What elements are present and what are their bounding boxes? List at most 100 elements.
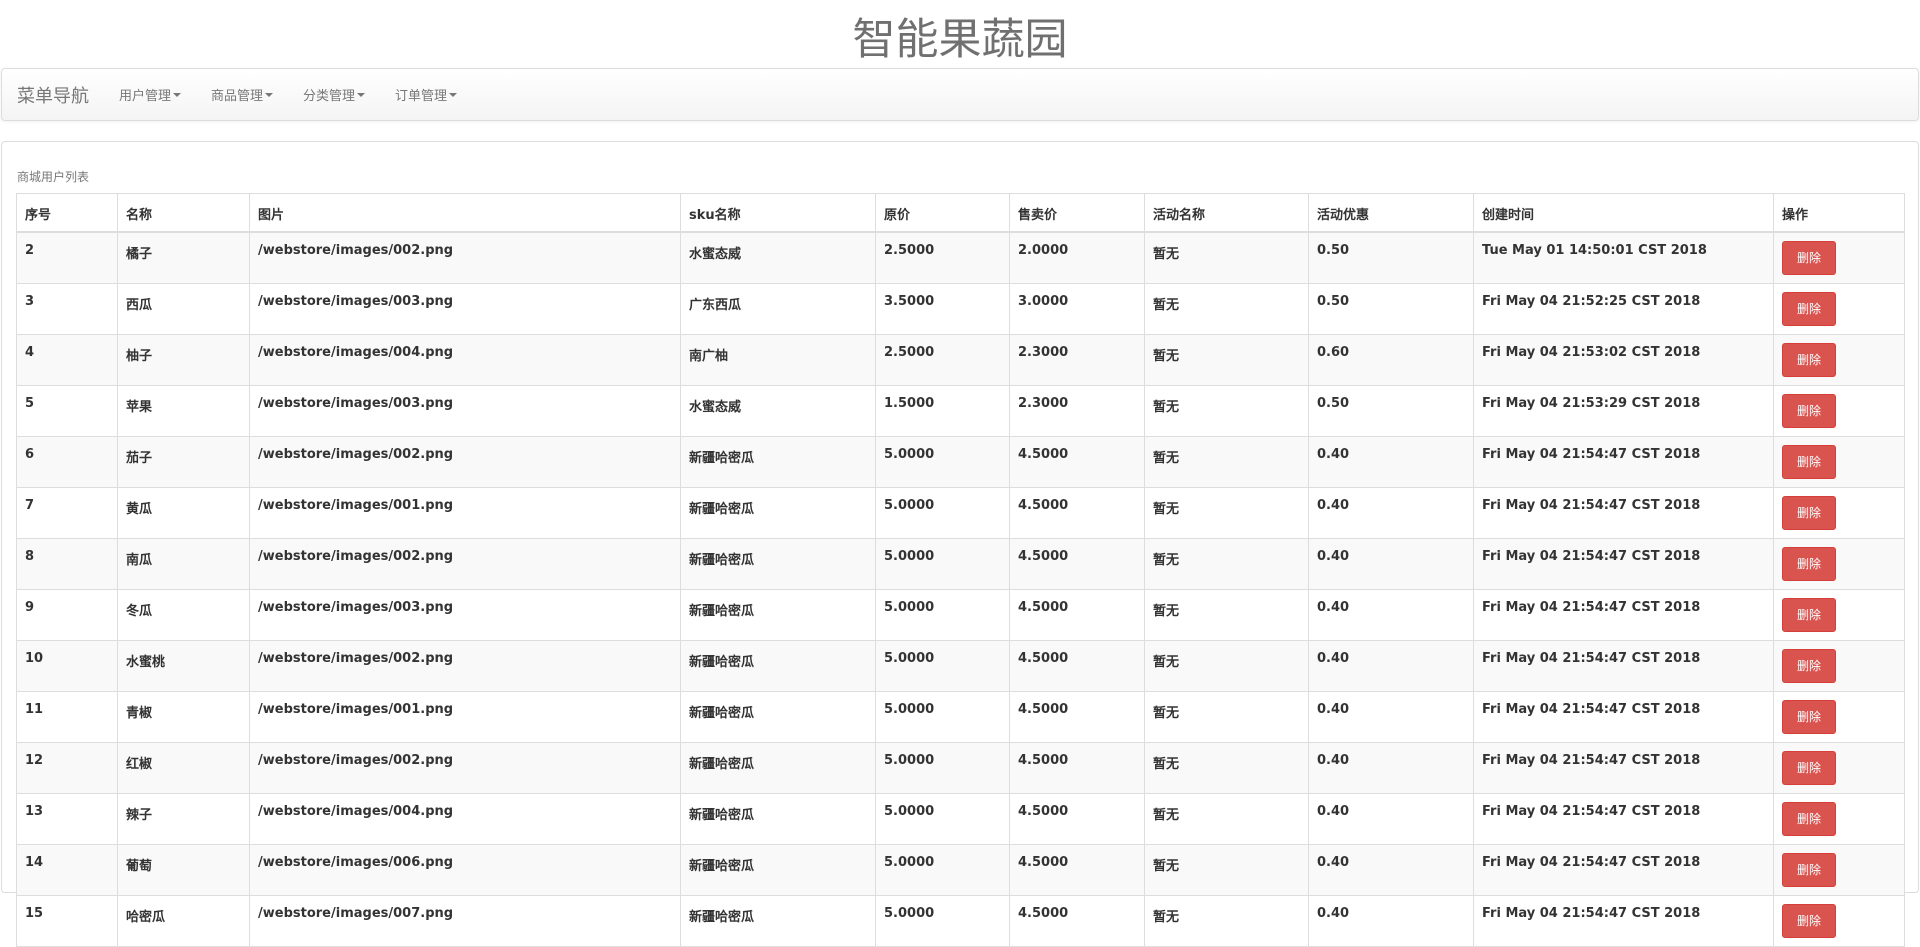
delete-button[interactable]: 删除 xyxy=(1782,700,1836,734)
column-header-name[interactable]: 名称 xyxy=(117,193,250,233)
column-header-id[interactable]: 序号 xyxy=(16,193,118,233)
caret-down-icon xyxy=(173,92,182,97)
column-header-activity-discount[interactable]: 活动优惠 xyxy=(1308,193,1474,233)
cell-sku-name: 新疆哈密瓜 xyxy=(680,742,876,794)
cell-image-path: /webstore/images/003.png xyxy=(249,589,681,641)
cell-created-time: Fri May 04 21:54:47 CST 2018 xyxy=(1473,589,1774,641)
cell-id: 5 xyxy=(16,385,118,437)
delete-button[interactable]: 删除 xyxy=(1782,904,1836,938)
cell-name: 哈密瓜 xyxy=(117,895,250,947)
cell-name: 辣子 xyxy=(117,793,250,845)
cell-sku-name: 南广柚 xyxy=(680,334,876,386)
table-row[interactable]: 3 西瓜/webstore/images/003.png 广东西瓜 3.5000 3.0… xyxy=(16,283,1905,335)
table-body: 2 橘子/webstore/images/002.png 水蜜态威 2.5000 2.0… xyxy=(16,231,1905,947)
cell-created-time: Fri May 04 21:54:47 CST 2018 xyxy=(1473,640,1774,692)
delete-button[interactable]: 删除 xyxy=(1782,751,1836,785)
cell-id: 11 xyxy=(16,691,118,743)
table-row[interactable]: 13 辣子/webstore/images/004.png 新疆哈密瓜 5.0000 4… xyxy=(16,793,1905,845)
cell-actions: 删除 xyxy=(1773,487,1905,539)
cell-activity-name: 暂无 xyxy=(1144,844,1309,896)
cell-created-time: Tue May 01 14:50:01 CST 2018 xyxy=(1473,231,1774,284)
cell-sku-name: 新疆哈密瓜 xyxy=(680,436,876,488)
cell-sku-name: 新疆哈密瓜 xyxy=(680,640,876,692)
delete-button[interactable]: 删除 xyxy=(1782,802,1836,836)
nav-item-category-management[interactable]: 分类管理 xyxy=(288,85,380,104)
table-row[interactable]: 14 葡萄/webstore/images/006.png 新疆哈密瓜 5.0000 4… xyxy=(16,844,1905,896)
cell-name: 红椒 xyxy=(117,742,250,794)
delete-button[interactable]: 删除 xyxy=(1782,343,1836,377)
cell-image-path: /webstore/images/002.png xyxy=(249,231,681,284)
cell-id: 15 xyxy=(16,895,118,947)
cell-actions: 删除 xyxy=(1773,538,1905,590)
caret-down-icon xyxy=(357,92,366,97)
cell-created-time: Fri May 04 21:54:47 CST 2018 xyxy=(1473,691,1774,743)
delete-button[interactable]: 删除 xyxy=(1782,853,1836,887)
cell-image-path: /webstore/images/002.png xyxy=(249,538,681,590)
table-row[interactable]: 5 苹果/webstore/images/003.png 水蜜态威 1.5000 2.3… xyxy=(16,385,1905,437)
column-header-image[interactable]: 图片 xyxy=(249,193,681,233)
cell-actions: 删除 xyxy=(1773,691,1905,743)
nav-item-order-management[interactable]: 订单管理 xyxy=(380,85,472,104)
cell-sku-name: 水蜜态威 xyxy=(680,231,876,284)
cell-activity-name: 暂无 xyxy=(1144,487,1309,539)
cell-original-price: 2.5000 xyxy=(875,334,1010,386)
cell-original-price: 5.0000 xyxy=(875,895,1010,947)
cell-original-price: 5.0000 xyxy=(875,589,1010,641)
site-title: 智能果蔬园 xyxy=(852,15,1068,65)
column-header-activity-name[interactable]: 活动名称 xyxy=(1144,193,1309,233)
delete-button[interactable]: 删除 xyxy=(1782,241,1836,275)
table-row[interactable]: 4 柚子/webstore/images/004.png 南广柚 2.5000 2.30… xyxy=(16,334,1905,386)
table-row[interactable]: 6 茄子/webstore/images/002.png 新疆哈密瓜 5.0000 4.… xyxy=(16,436,1905,488)
cell-sku-name: 新疆哈密瓜 xyxy=(680,538,876,590)
cell-original-price: 5.0000 xyxy=(875,793,1010,845)
navbar-brand[interactable]: 菜单导航 xyxy=(2,82,104,108)
column-header-created-time[interactable]: 创建时间 xyxy=(1473,193,1774,233)
cell-sale-price: 4.5000 xyxy=(1009,487,1145,539)
delete-button[interactable]: 删除 xyxy=(1782,649,1836,683)
nav-item-label: 分类管理 xyxy=(303,89,356,104)
cell-original-price: 2.5000 xyxy=(875,231,1010,284)
cell-created-time: Fri May 04 21:54:47 CST 2018 xyxy=(1473,895,1774,947)
cell-image-path: /webstore/images/003.png xyxy=(249,283,681,335)
column-header-sale-price[interactable]: 售卖价 xyxy=(1009,193,1145,233)
delete-button[interactable]: 删除 xyxy=(1782,292,1836,326)
table-row[interactable]: 2 橘子/webstore/images/002.png 水蜜态威 2.5000 2.0… xyxy=(16,231,1905,284)
cell-sku-name: 新疆哈密瓜 xyxy=(680,691,876,743)
nav-item-product-management[interactable]: 商品管理 xyxy=(196,85,288,104)
delete-button[interactable]: 删除 xyxy=(1782,496,1836,530)
delete-button[interactable]: 删除 xyxy=(1782,394,1836,428)
cell-activity-name: 暂无 xyxy=(1144,538,1309,590)
cell-created-time: Fri May 04 21:54:47 CST 2018 xyxy=(1473,742,1774,794)
panel-caption: 商城用户列表 xyxy=(17,170,90,184)
cell-created-time: Fri May 04 21:53:29 CST 2018 xyxy=(1473,385,1774,437)
table-row[interactable]: 9 冬瓜/webstore/images/003.png 新疆哈密瓜 5.0000 4.… xyxy=(16,589,1905,641)
delete-button[interactable]: 删除 xyxy=(1782,547,1836,581)
cell-id: 9 xyxy=(16,589,118,641)
cell-activity-discount: 0.40 xyxy=(1308,640,1474,692)
cell-sku-name: 新疆哈密瓜 xyxy=(680,487,876,539)
cell-sale-price: 4.5000 xyxy=(1009,589,1145,641)
cell-activity-name: 暂无 xyxy=(1144,283,1309,335)
nav-item-user-management[interactable]: 用户管理 xyxy=(104,85,196,104)
table-row[interactable]: 10 水蜜桃/webstore/images/002.png 新疆哈密瓜 5.0000… xyxy=(16,640,1905,692)
column-header-original-price[interactable]: 原价 xyxy=(875,193,1010,233)
table-row[interactable]: 7 黄瓜/webstore/images/001.png 新疆哈密瓜 5.0000 4.… xyxy=(16,487,1905,539)
table-row[interactable]: 12 红椒/webstore/images/002.png 新疆哈密瓜 5.0000 4… xyxy=(16,742,1905,794)
cell-activity-discount: 0.40 xyxy=(1308,793,1474,845)
cell-actions: 删除 xyxy=(1773,793,1905,845)
table-row[interactable]: 11 青椒/webstore/images/001.png 新疆哈密瓜 5.0000 4… xyxy=(16,691,1905,743)
column-header-sku-name[interactable]: sku名称 xyxy=(680,193,876,233)
table-row[interactable]: 15 哈密瓜/webstore/images/007.png 新疆哈密瓜 5.0000… xyxy=(16,895,1905,947)
caret-down-icon xyxy=(265,92,274,97)
cell-actions: 删除 xyxy=(1773,283,1905,335)
delete-button[interactable]: 删除 xyxy=(1782,598,1836,632)
table-row[interactable]: 8 南瓜/webstore/images/002.png 新疆哈密瓜 5.0000 4.… xyxy=(16,538,1905,590)
cell-activity-discount: 0.40 xyxy=(1308,844,1474,896)
delete-button[interactable]: 删除 xyxy=(1782,445,1836,479)
cell-sale-price: 4.5000 xyxy=(1009,538,1145,590)
cell-sale-price: 4.5000 xyxy=(1009,436,1145,488)
cell-actions: 删除 xyxy=(1773,640,1905,692)
cell-activity-discount: 0.40 xyxy=(1308,436,1474,488)
cell-name: 冬瓜 xyxy=(117,589,250,641)
nav-item-label: 订单管理 xyxy=(395,89,448,104)
